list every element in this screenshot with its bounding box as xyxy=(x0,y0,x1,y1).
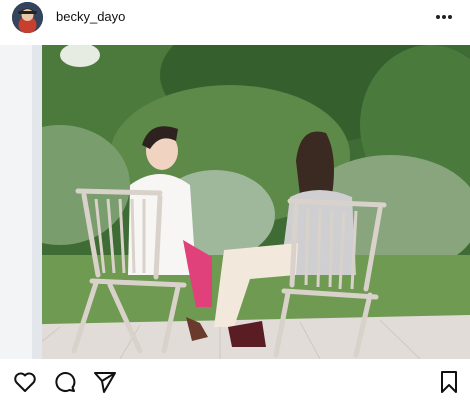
heart-icon xyxy=(14,372,36,392)
post-header: becky_dayo xyxy=(0,0,470,45)
save-button[interactable] xyxy=(436,369,462,395)
paper-plane-icon xyxy=(94,372,116,393)
post-photo[interactable] xyxy=(0,45,470,359)
more-horizontal-icon xyxy=(436,15,452,19)
avatar[interactable] xyxy=(12,2,43,33)
comment-button[interactable] xyxy=(52,369,78,395)
comment-bubble-icon xyxy=(55,372,76,392)
instagram-post: becky_dayo xyxy=(0,0,470,403)
username-link[interactable]: becky_dayo xyxy=(56,9,125,25)
bookmark-icon xyxy=(441,371,457,393)
post-actions xyxy=(0,359,470,403)
more-options-button[interactable] xyxy=(432,7,456,27)
like-button[interactable] xyxy=(12,369,38,395)
share-button[interactable] xyxy=(92,369,118,395)
